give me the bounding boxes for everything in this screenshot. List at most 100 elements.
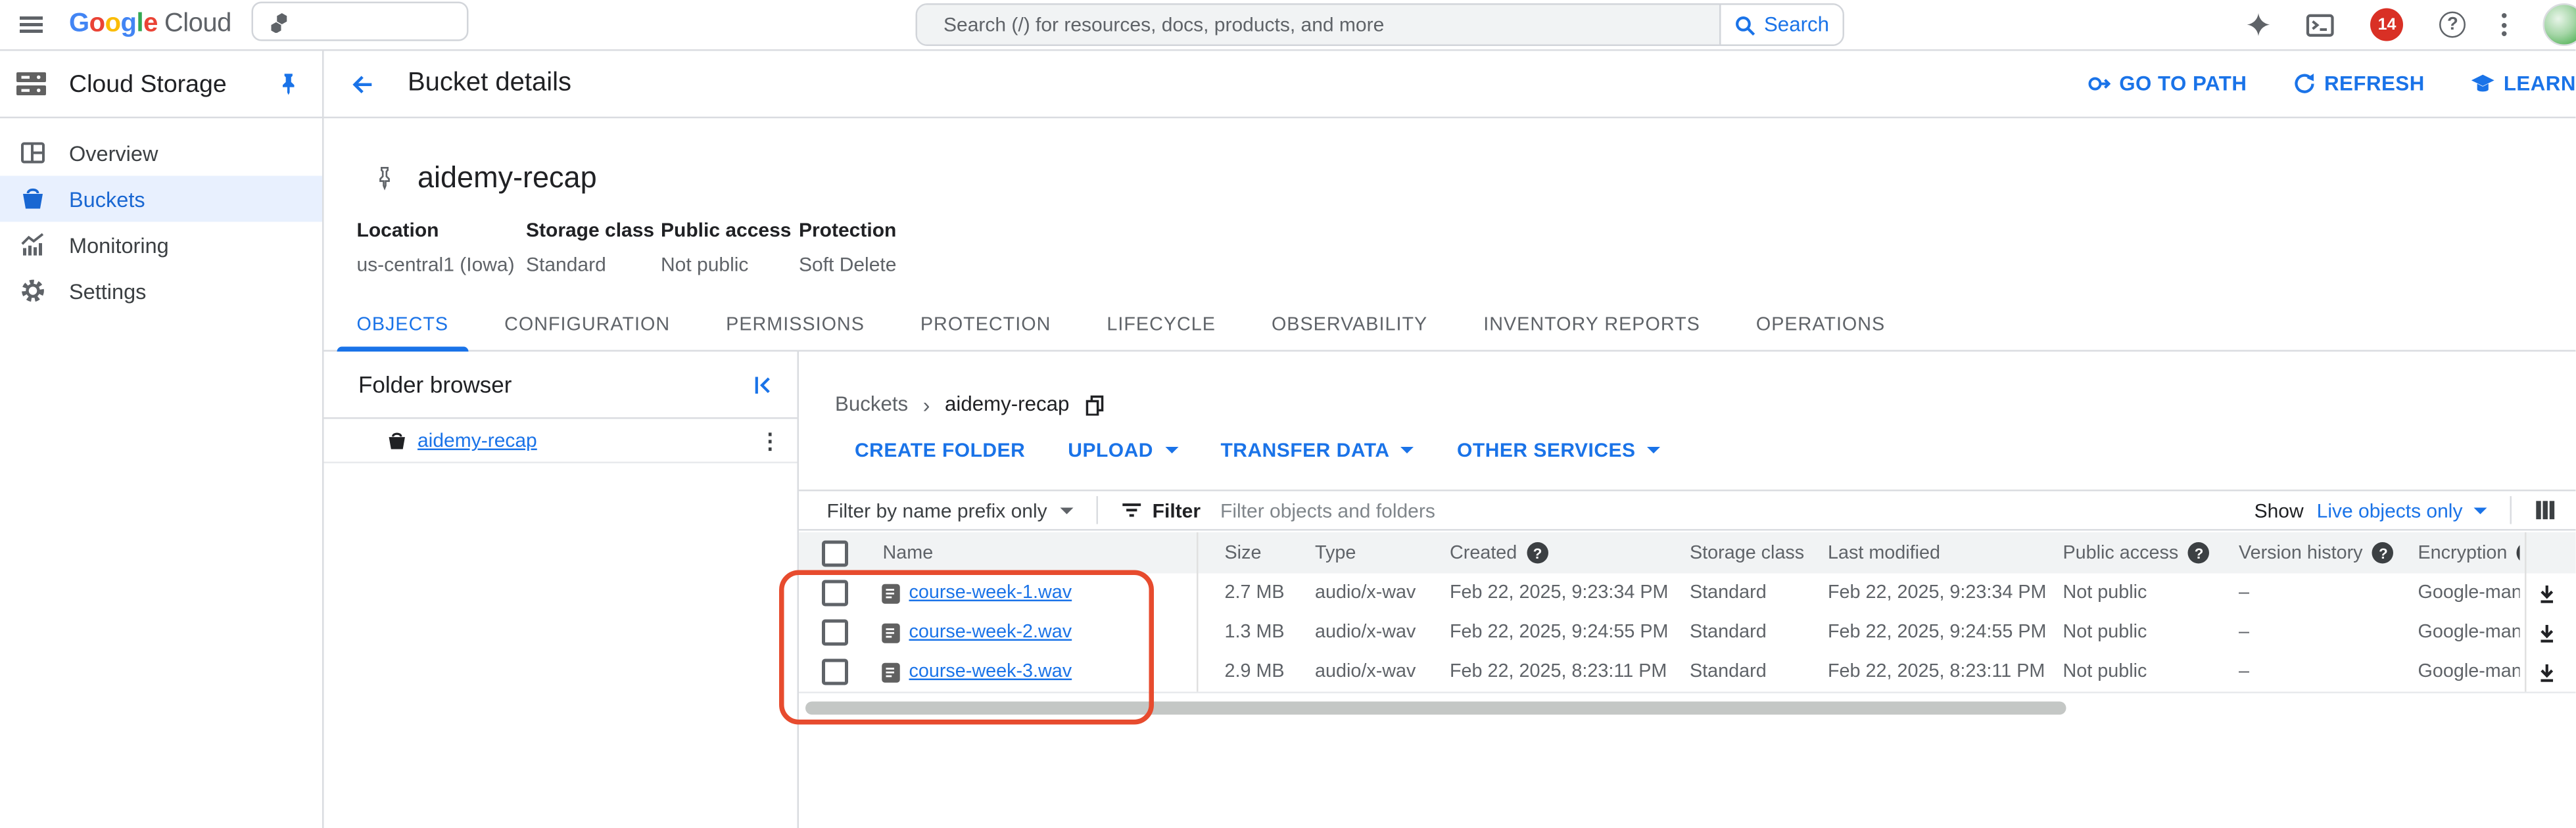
notifications-badge[interactable]: 14	[2370, 8, 2404, 41]
refresh-button[interactable]: REFRESH	[2293, 72, 2424, 95]
sidebar-item-settings[interactable]: Settings	[0, 268, 322, 314]
folder-browser-panel: Folder browser aidemy-recap ⋮	[323, 352, 799, 828]
go-to-path-button[interactable]: GO TO PATH	[2088, 72, 2247, 95]
manage-columns-icon[interactable]	[2535, 499, 2556, 521]
column-header-storage-class[interactable]: Storage class	[1690, 532, 1804, 574]
table-row[interactable]: course-week-2.wav 1.3 MB audio/x-wav Feb…	[799, 612, 2576, 654]
more-options-icon[interactable]	[2502, 13, 2507, 36]
help-icon[interactable]: ?	[2439, 11, 2466, 38]
folder-tree-item[interactable]: aidemy-recap ⋮	[323, 419, 798, 463]
column-header-type[interactable]: Type	[1315, 532, 1356, 574]
object-link[interactable]: course-week-1.wav	[909, 574, 1072, 613]
sidebar-item-monitoring[interactable]: Monitoring	[0, 222, 322, 268]
show-dropdown[interactable]: Live objects only	[2317, 499, 2487, 522]
transfer-data-button[interactable]: TRANSFER DATA	[1220, 438, 1415, 462]
search-button-label: Search	[1763, 13, 1829, 36]
help-icon[interactable]: ?	[2188, 542, 2210, 564]
google-cloud-logo[interactable]: Google Cloud	[69, 10, 231, 39]
tab-permissions[interactable]: PERMISSIONS	[706, 315, 884, 350]
file-icon	[881, 574, 901, 613]
download-icon[interactable]	[2537, 613, 2558, 653]
tab-objects[interactable]: OBJECTS	[337, 315, 469, 352]
buckets-icon	[20, 186, 46, 212]
tab-inventory-reports[interactable]: INVENTORY REPORTS	[1464, 315, 1720, 350]
search-input[interactable]: Search (/) for resources, docs, products…	[917, 5, 1719, 45]
topbar: Google Cloud Search (/) for resources, d…	[0, 0, 2576, 51]
horizontal-scrollbar[interactable]	[805, 701, 2066, 715]
sidebar-item-overview[interactable]: Overview	[0, 130, 322, 176]
cell-encryption: Google-mana	[2418, 622, 2520, 643]
folder-browser-title: Folder browser	[358, 371, 512, 398]
pin-icon[interactable]	[278, 72, 300, 95]
tab-observability[interactable]: OBSERVABILITY	[1252, 315, 1447, 350]
logo-letter: o	[89, 10, 105, 38]
upload-button[interactable]: UPLOAD	[1068, 439, 1178, 462]
tree-item-more-icon[interactable]: ⋮	[759, 430, 781, 451]
project-picker-icon	[270, 11, 291, 32]
other-services-button[interactable]: OTHER SERVICES	[1457, 438, 1661, 462]
row-checkbox[interactable]	[822, 619, 848, 646]
download-icon[interactable]	[2537, 653, 2558, 692]
cell-type: audio/x-wav	[1315, 622, 1416, 643]
cloud-shell-icon[interactable]	[2306, 12, 2335, 37]
create-folder-label: CREATE FOLDER	[855, 438, 1026, 462]
transfer-data-label: TRANSFER DATA	[1220, 438, 1390, 462]
filter-input[interactable]: Filter objects and folders	[1220, 499, 1435, 522]
overview-icon	[20, 140, 46, 166]
meta-label: Storage class	[526, 218, 655, 242]
sidebar-item-label: Monitoring	[69, 232, 169, 258]
user-avatar[interactable]	[2542, 3, 2576, 46]
search-button[interactable]: Search	[1719, 5, 1843, 45]
menu-icon[interactable]	[16, 10, 46, 39]
cell-public-access: Not public	[2063, 622, 2147, 643]
column-header-created[interactable]: Created?	[1450, 532, 1548, 574]
row-checkbox[interactable]	[822, 658, 848, 685]
tree-bucket-link[interactable]: aidemy-recap	[417, 429, 759, 452]
meta-label: Public access	[661, 218, 792, 242]
learn-button[interactable]: LEARN	[2471, 72, 2576, 95]
cell-type: audio/x-wav	[1315, 583, 1416, 603]
object-link[interactable]: course-week-3.wav	[909, 653, 1072, 692]
divider	[2510, 496, 2512, 524]
back-arrow-icon[interactable]	[350, 72, 375, 97]
cell-size: 1.3 MB	[1224, 622, 1285, 643]
column-header-public-access[interactable]: Public access?	[2063, 532, 2210, 574]
cell-public-access: Not public	[2063, 583, 2147, 603]
learn-icon	[2471, 73, 2496, 95]
column-header-size[interactable]: Size	[1225, 532, 1262, 574]
copy-icon[interactable]	[1084, 394, 1104, 415]
tab-protection[interactable]: PROTECTION	[901, 315, 1070, 350]
sidebar-item-buckets[interactable]: Buckets	[0, 175, 322, 222]
cell-last-modified: Feb 22, 2025, 9:24:55 PM	[1828, 622, 2047, 643]
column-header-version-history[interactable]: Version history?	[2239, 532, 2395, 574]
filter-scope-dropdown[interactable]: Filter by name prefix only	[827, 499, 1074, 522]
collapse-panel-icon[interactable]	[753, 374, 775, 396]
column-header-name[interactable]: Name	[883, 532, 934, 574]
create-folder-button[interactable]: CREATE FOLDER	[855, 439, 1025, 462]
help-icon[interactable]: ?	[2517, 542, 2520, 564]
bucket-summary: aidemy-recap Location us-central1 (Iowa)…	[324, 118, 2576, 315]
row-checkbox[interactable]	[822, 580, 848, 607]
sidebar-item-label: Settings	[69, 278, 147, 304]
tab-lifecycle[interactable]: LIFECYCLE	[1087, 315, 1235, 350]
help-icon[interactable]: ?	[2372, 542, 2395, 564]
notifications-count: 14	[2377, 15, 2397, 34]
help-icon[interactable]: ?	[1527, 542, 1548, 564]
bucket-pin-outline-icon[interactable]	[375, 166, 394, 191]
project-picker-button[interactable]	[251, 1, 469, 41]
table-row[interactable]: course-week-3.wav 2.9 MB audio/x-wav Feb…	[799, 652, 2576, 693]
table-row[interactable]: course-week-1.wav 2.7 MB audio/x-wav Feb…	[799, 573, 2576, 614]
logo-letter: o	[105, 10, 121, 38]
select-all-checkbox[interactable]	[822, 540, 848, 566]
cell-encryption: Google-mana	[2418, 662, 2520, 682]
breadcrumb-buckets[interactable]: Buckets	[835, 393, 908, 416]
column-header-encryption[interactable]: Encryption?	[2418, 532, 2520, 574]
column-label: Version history	[2239, 543, 2363, 563]
download-icon[interactable]	[2537, 574, 2558, 613]
object-link[interactable]: course-week-2.wav	[909, 613, 1072, 653]
tab-operations[interactable]: OPERATIONS	[1736, 315, 1905, 350]
column-header-last-modified[interactable]: Last modified	[1828, 532, 1940, 574]
tab-configuration[interactable]: CONFIGURATION	[485, 315, 690, 350]
gemini-icon[interactable]	[2247, 13, 2270, 36]
other-services-label: OTHER SERVICES	[1457, 438, 1636, 462]
